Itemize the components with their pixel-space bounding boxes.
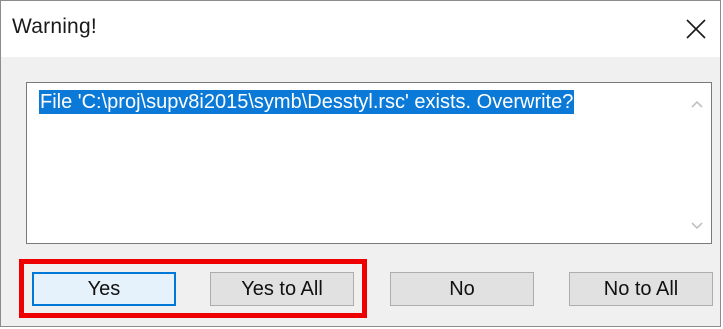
scroll-up-button[interactable] [683, 91, 711, 117]
yes-to-all-button[interactable]: Yes to All [210, 272, 354, 306]
close-button[interactable] [676, 9, 716, 49]
chevron-up-icon [691, 100, 703, 108]
title-bar: Warning! [1, 1, 720, 57]
warning-dialog: Warning! File 'C:\proj\supv8i2015\symb\D… [0, 0, 721, 327]
yes-button[interactable]: Yes [32, 272, 176, 306]
chevron-down-icon [691, 222, 703, 230]
dialog-title: Warning! [12, 15, 97, 38]
message-textbox[interactable]: File 'C:\proj\supv8i2015\symb\Desstyl.rs… [26, 82, 712, 244]
close-icon [686, 19, 706, 39]
message-text[interactable]: File 'C:\proj\supv8i2015\symb\Desstyl.rs… [39, 90, 575, 114]
no-button[interactable]: No [390, 272, 534, 306]
scroll-down-button[interactable] [683, 213, 711, 239]
dialog-body: File 'C:\proj\supv8i2015\symb\Desstyl.rs… [1, 57, 720, 326]
vertical-scrollbar[interactable] [683, 83, 711, 243]
no-to-all-button[interactable]: No to All [569, 272, 713, 306]
